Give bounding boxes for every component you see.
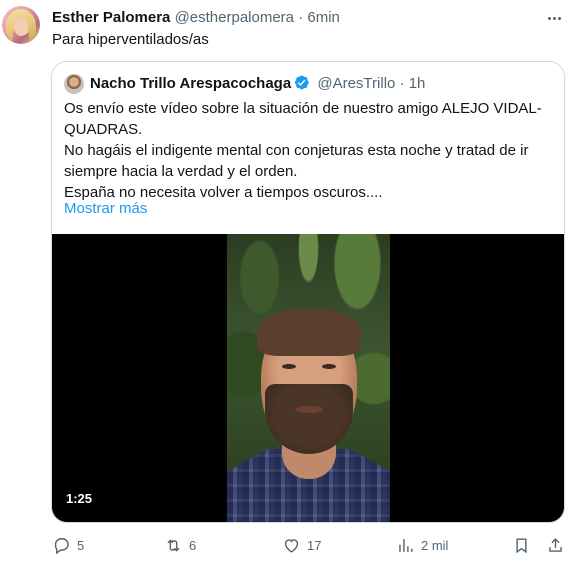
video-duration: 1:25: [66, 491, 93, 506]
action-bar: 5 6 17 2 mil: [0, 532, 583, 558]
verified-icon: [295, 75, 309, 90]
separator-dot: ·: [399, 75, 405, 92]
quoted-author-avatar[interactable]: [64, 74, 84, 94]
retweet-count: 6: [189, 537, 197, 553]
views-count: 2 mil: [421, 537, 449, 553]
views-button[interactable]: 2 mil: [396, 532, 448, 558]
quoted-text-line: No hagáis el indigente mental con conjet…: [64, 142, 529, 180]
like-icon: [284, 538, 299, 553]
author-name[interactable]: Esther Palomera: [52, 9, 170, 26]
bookmark-button[interactable]: [512, 532, 531, 558]
share-button[interactable]: [546, 532, 565, 558]
more-options-button[interactable]: [544, 8, 564, 28]
author-handle[interactable]: @estherpalomera: [175, 9, 294, 26]
quoted-tweet[interactable]: Nacho Trillo Arespacochaga @AresTrillo ·…: [51, 61, 565, 523]
tweet-text: Para hiperventilados/as: [52, 31, 209, 48]
quoted-tweet-text: Os envío este vídeo sobre la situación d…: [64, 98, 554, 203]
retweet-button[interactable]: 6: [164, 532, 196, 558]
more-icon: [547, 16, 551, 20]
video-player[interactable]: 1:25: [52, 234, 564, 522]
like-count: 17: [307, 537, 322, 553]
separator-dot: ·: [298, 9, 304, 26]
show-more-link[interactable]: Mostrar más: [64, 199, 147, 219]
tweet-header: Esther Palomera @estherpalomera · 6min: [52, 8, 340, 28]
quoted-tweet-header: Nacho Trillo Arespacochaga @AresTrillo ·…: [90, 74, 425, 94]
reply-icon: [54, 537, 69, 554]
share-icon: [549, 537, 562, 552]
quoted-author-handle[interactable]: @AresTrillo: [317, 75, 395, 92]
like-button[interactable]: 17: [282, 532, 321, 558]
author-avatar[interactable]: [2, 6, 40, 44]
tweet[interactable]: Esther Palomera @estherpalomera · 6min P…: [0, 0, 583, 569]
views-icon: [399, 538, 413, 552]
bookmark-icon: [516, 537, 527, 553]
retweet-icon: [167, 538, 180, 552]
reply-button[interactable]: 5: [52, 532, 84, 558]
reply-count: 5: [77, 537, 85, 553]
video-thumbnail: [227, 234, 390, 522]
tweet-time[interactable]: 6min: [307, 9, 340, 26]
quoted-text-line: Os envío este vídeo sobre la situación d…: [64, 100, 542, 138]
quoted-tweet-time[interactable]: 1h: [409, 75, 426, 92]
quoted-author-name[interactable]: Nacho Trillo Arespacochaga: [90, 75, 291, 92]
